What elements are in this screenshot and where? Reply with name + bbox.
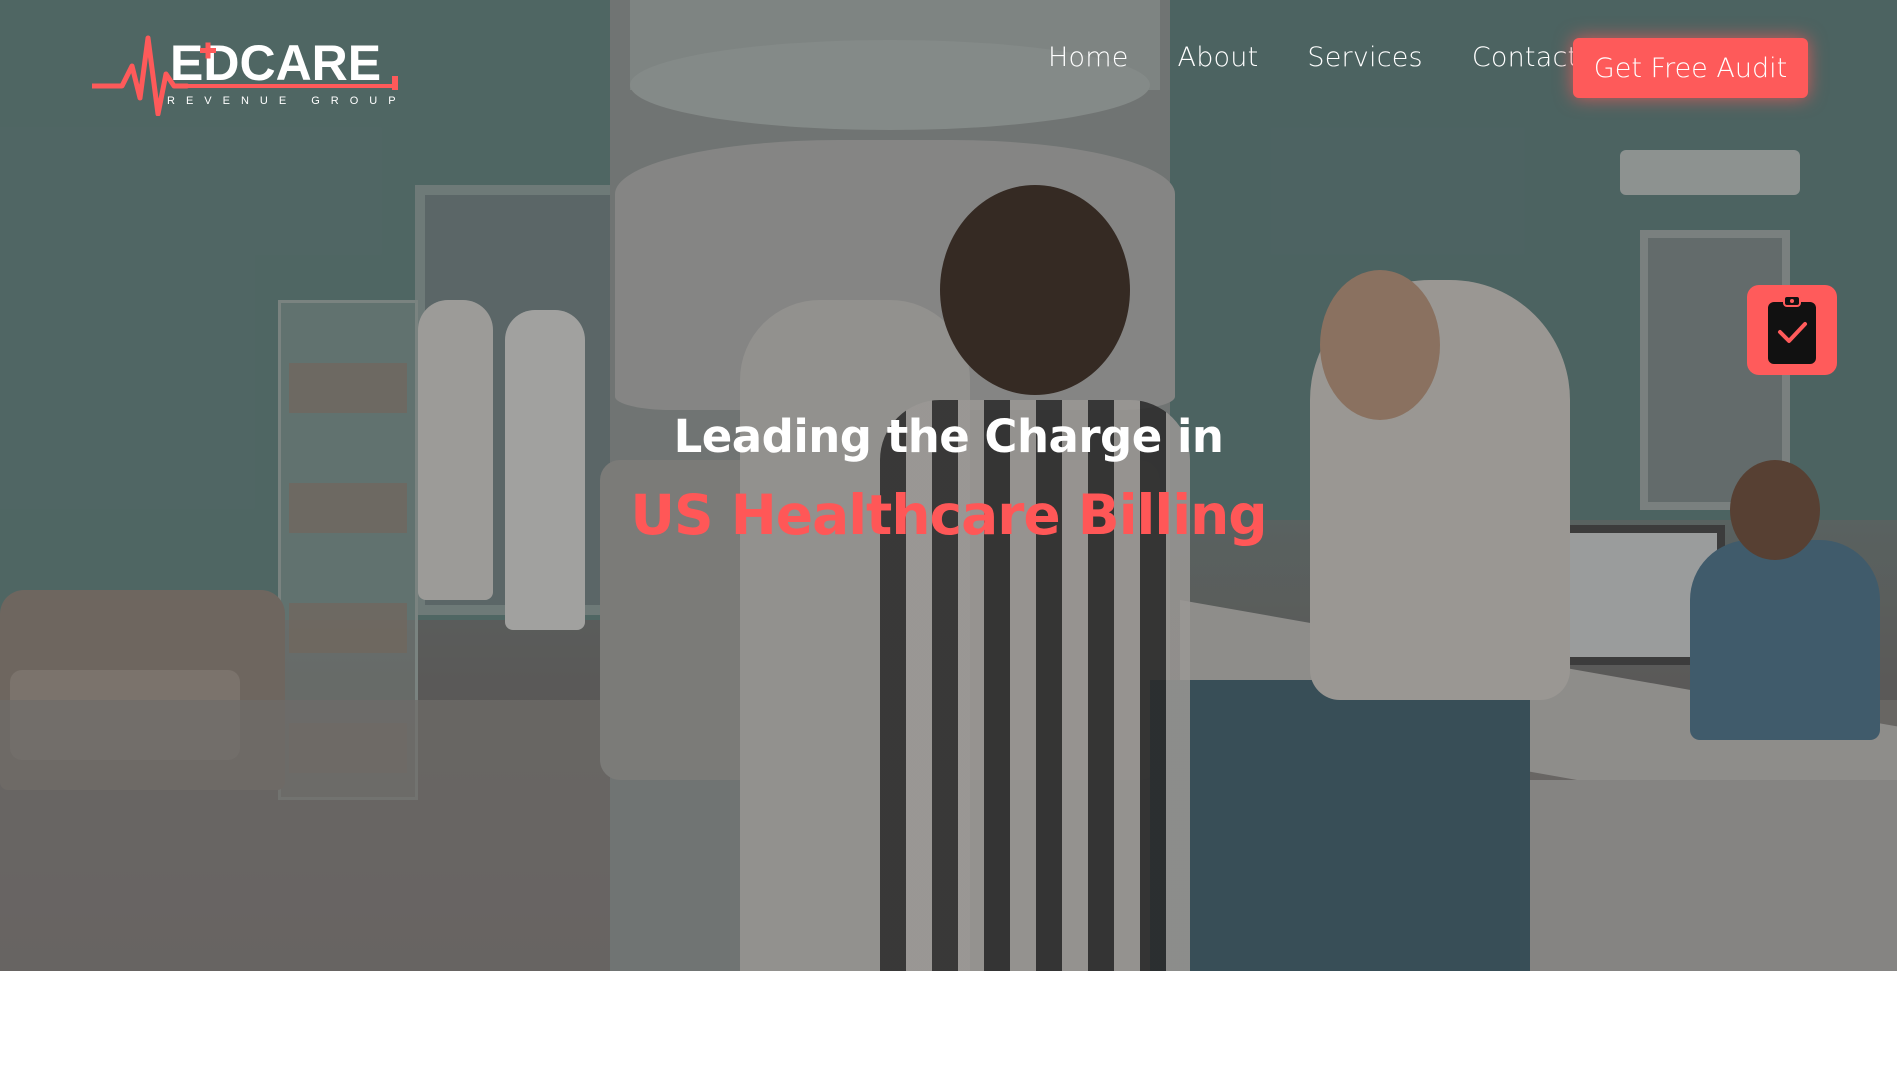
hero-headline: Leading the Charge in US Healthcare Bill… xyxy=(0,410,1897,547)
heartbeat-logo-icon: EDCARE REVENUE GROUP xyxy=(89,35,402,117)
nav-contact[interactable]: Contact xyxy=(1472,42,1578,73)
main-nav: Home About Services Contact xyxy=(1048,42,1578,73)
logo-wordmark: EDCARE xyxy=(170,35,381,91)
hero-section: EDCARE REVENUE GROUP Home About Services… xyxy=(0,0,1897,971)
headline-line-2: US Healthcare Billing xyxy=(630,483,1267,547)
headline-line-1: Leading the Charge in xyxy=(673,410,1224,463)
logo-tagline: REVENUE GROUP xyxy=(167,95,402,107)
below-hero-section xyxy=(0,971,1897,1078)
clipboard-check-icon xyxy=(1768,295,1816,364)
nav-services[interactable]: Services xyxy=(1307,42,1422,73)
nav-home[interactable]: Home xyxy=(1048,42,1129,73)
nav-about[interactable]: About xyxy=(1178,42,1259,73)
floating-audit-button[interactable] xyxy=(1747,285,1837,375)
get-free-audit-button[interactable]: Get Free Audit xyxy=(1573,38,1808,98)
site-logo[interactable]: EDCARE REVENUE GROUP xyxy=(89,26,402,117)
